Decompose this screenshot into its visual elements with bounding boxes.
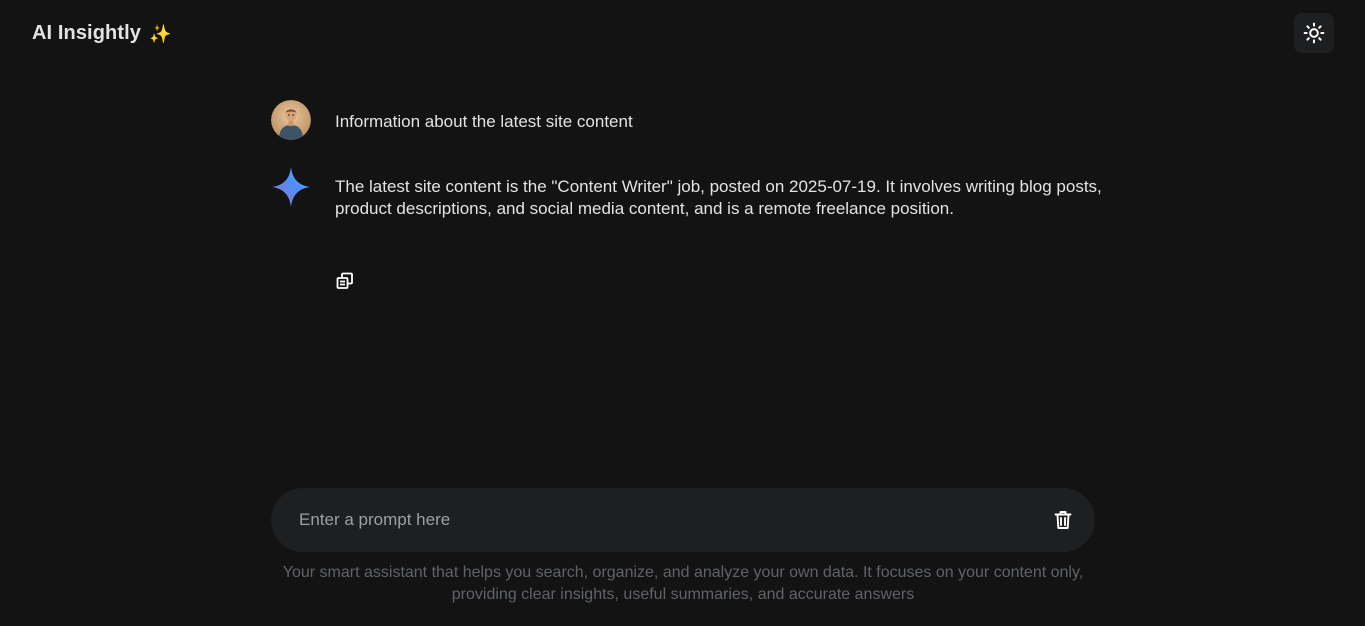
prompt-bar — [271, 488, 1095, 552]
ai-message-text: The latest site content is the "Content … — [335, 177, 1102, 218]
gemini-sparkle-icon — [271, 166, 311, 208]
clear-chat-button[interactable] — [1051, 508, 1075, 532]
app-brand: AI Insightly ✨ — [32, 22, 172, 45]
chat-thread: Information about the latest site conten… — [271, 100, 1102, 289]
sun-icon — [1303, 22, 1325, 44]
trash-icon — [1054, 511, 1072, 529]
copy-icon — [336, 272, 353, 289]
copy-button[interactable] — [335, 270, 355, 292]
app-title: AI Insightly — [32, 22, 141, 44]
footer-disclaimer: Your smart assistant that helps you sear… — [282, 564, 1084, 603]
top-bar: AI Insightly ✨ — [0, 0, 1365, 68]
sparkles-icon: ✨ — [148, 23, 172, 44]
user-avatar — [271, 100, 311, 140]
prompt-input[interactable] — [299, 488, 1039, 552]
user-message-text: Information about the latest site conten… — [335, 112, 633, 131]
theme-toggle-button[interactable] — [1294, 13, 1334, 53]
app-root: AI Insightly ✨ Information about the lat… — [0, 0, 1365, 626]
user-message: Information about the latest site conten… — [271, 100, 1095, 142]
